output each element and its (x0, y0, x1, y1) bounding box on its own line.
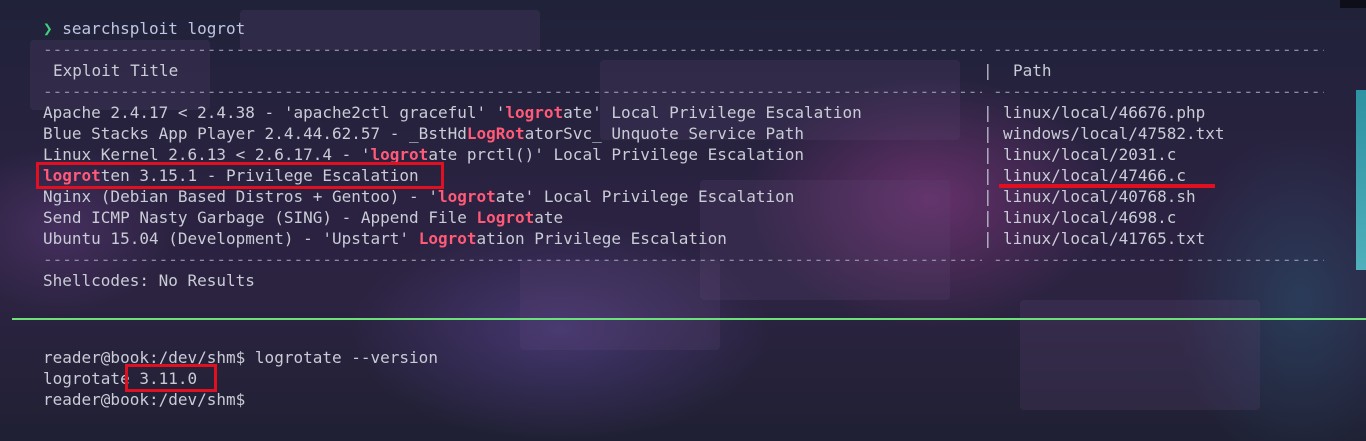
column-header-exploit-title: Exploit Title (53, 61, 179, 80)
column-separator: | (983, 208, 993, 227)
shellcodes-result: Shellcodes: No Results (43, 271, 255, 290)
exploit-row-title: Ubuntu 15.04 (Development) - 'Upstart' L… (43, 229, 727, 248)
exploit-row-path: linux/local/4698.c (1003, 208, 1177, 227)
exploit-row-title: Apache 2.4.17 < 2.4.38 - 'apache2ctl gra… (43, 103, 862, 122)
command-line: ❯ searchsploit logrot (43, 18, 245, 39)
prompt-arrow-icon: ❯ (43, 19, 53, 38)
dashed-rule: ----------------------------------------… (43, 40, 982, 59)
column-separator: | (983, 229, 993, 248)
terminal-output[interactable]: ❯ searchsploit logrot ------------------… (0, 0, 1366, 441)
column-header-path: Path (1013, 61, 1052, 80)
annotation-box-version (125, 364, 217, 392)
exploit-row-title: Blue Stacks App Player 2.4.44.62.57 - _B… (43, 124, 804, 143)
column-separator: | (983, 124, 993, 143)
dashed-rule: ----------------------------------------… (43, 82, 982, 101)
session-command-line: reader@book:/dev/shm$ logrotate --versio… (43, 348, 438, 367)
column-separator: | (983, 145, 993, 164)
dashed-rule: ----------------------------------------… (993, 250, 1324, 269)
exploit-row-title: Nginx (Debian Based Distros + Gentoo) - … (43, 187, 795, 206)
exploit-row-path: linux/local/2031.c (1003, 145, 1177, 164)
dashed-rule: ----------------------------------------… (993, 40, 1324, 59)
exploit-row-path: linux/local/41765.txt (1003, 229, 1206, 248)
exploit-row-path-highlighted: linux/local/47466.c (1003, 166, 1187, 185)
session-prompt: reader@book:/dev/shm$ (43, 390, 246, 409)
column-separator: | (983, 103, 993, 122)
dashed-rule: ----------------------------------------… (43, 250, 982, 269)
exploit-row-title: Send ICMP Nasty Garbage (SING) - Append … (43, 208, 564, 227)
annotation-underline-path (999, 184, 1215, 188)
exploit-row-path: windows/local/47582.txt (1003, 124, 1225, 143)
annotation-box-exploit (36, 162, 444, 189)
exploit-row-path: linux/local/40768.sh (1003, 187, 1196, 206)
column-separator: | (983, 187, 993, 206)
command-text: searchsploit logrot (62, 19, 246, 38)
column-separator: | (983, 166, 993, 185)
dashed-rule: ----------------------------------------… (993, 82, 1324, 101)
prompt-divider (12, 318, 1366, 320)
exploit-row-path: linux/local/46676.php (1003, 103, 1206, 122)
column-separator: | (983, 61, 993, 80)
